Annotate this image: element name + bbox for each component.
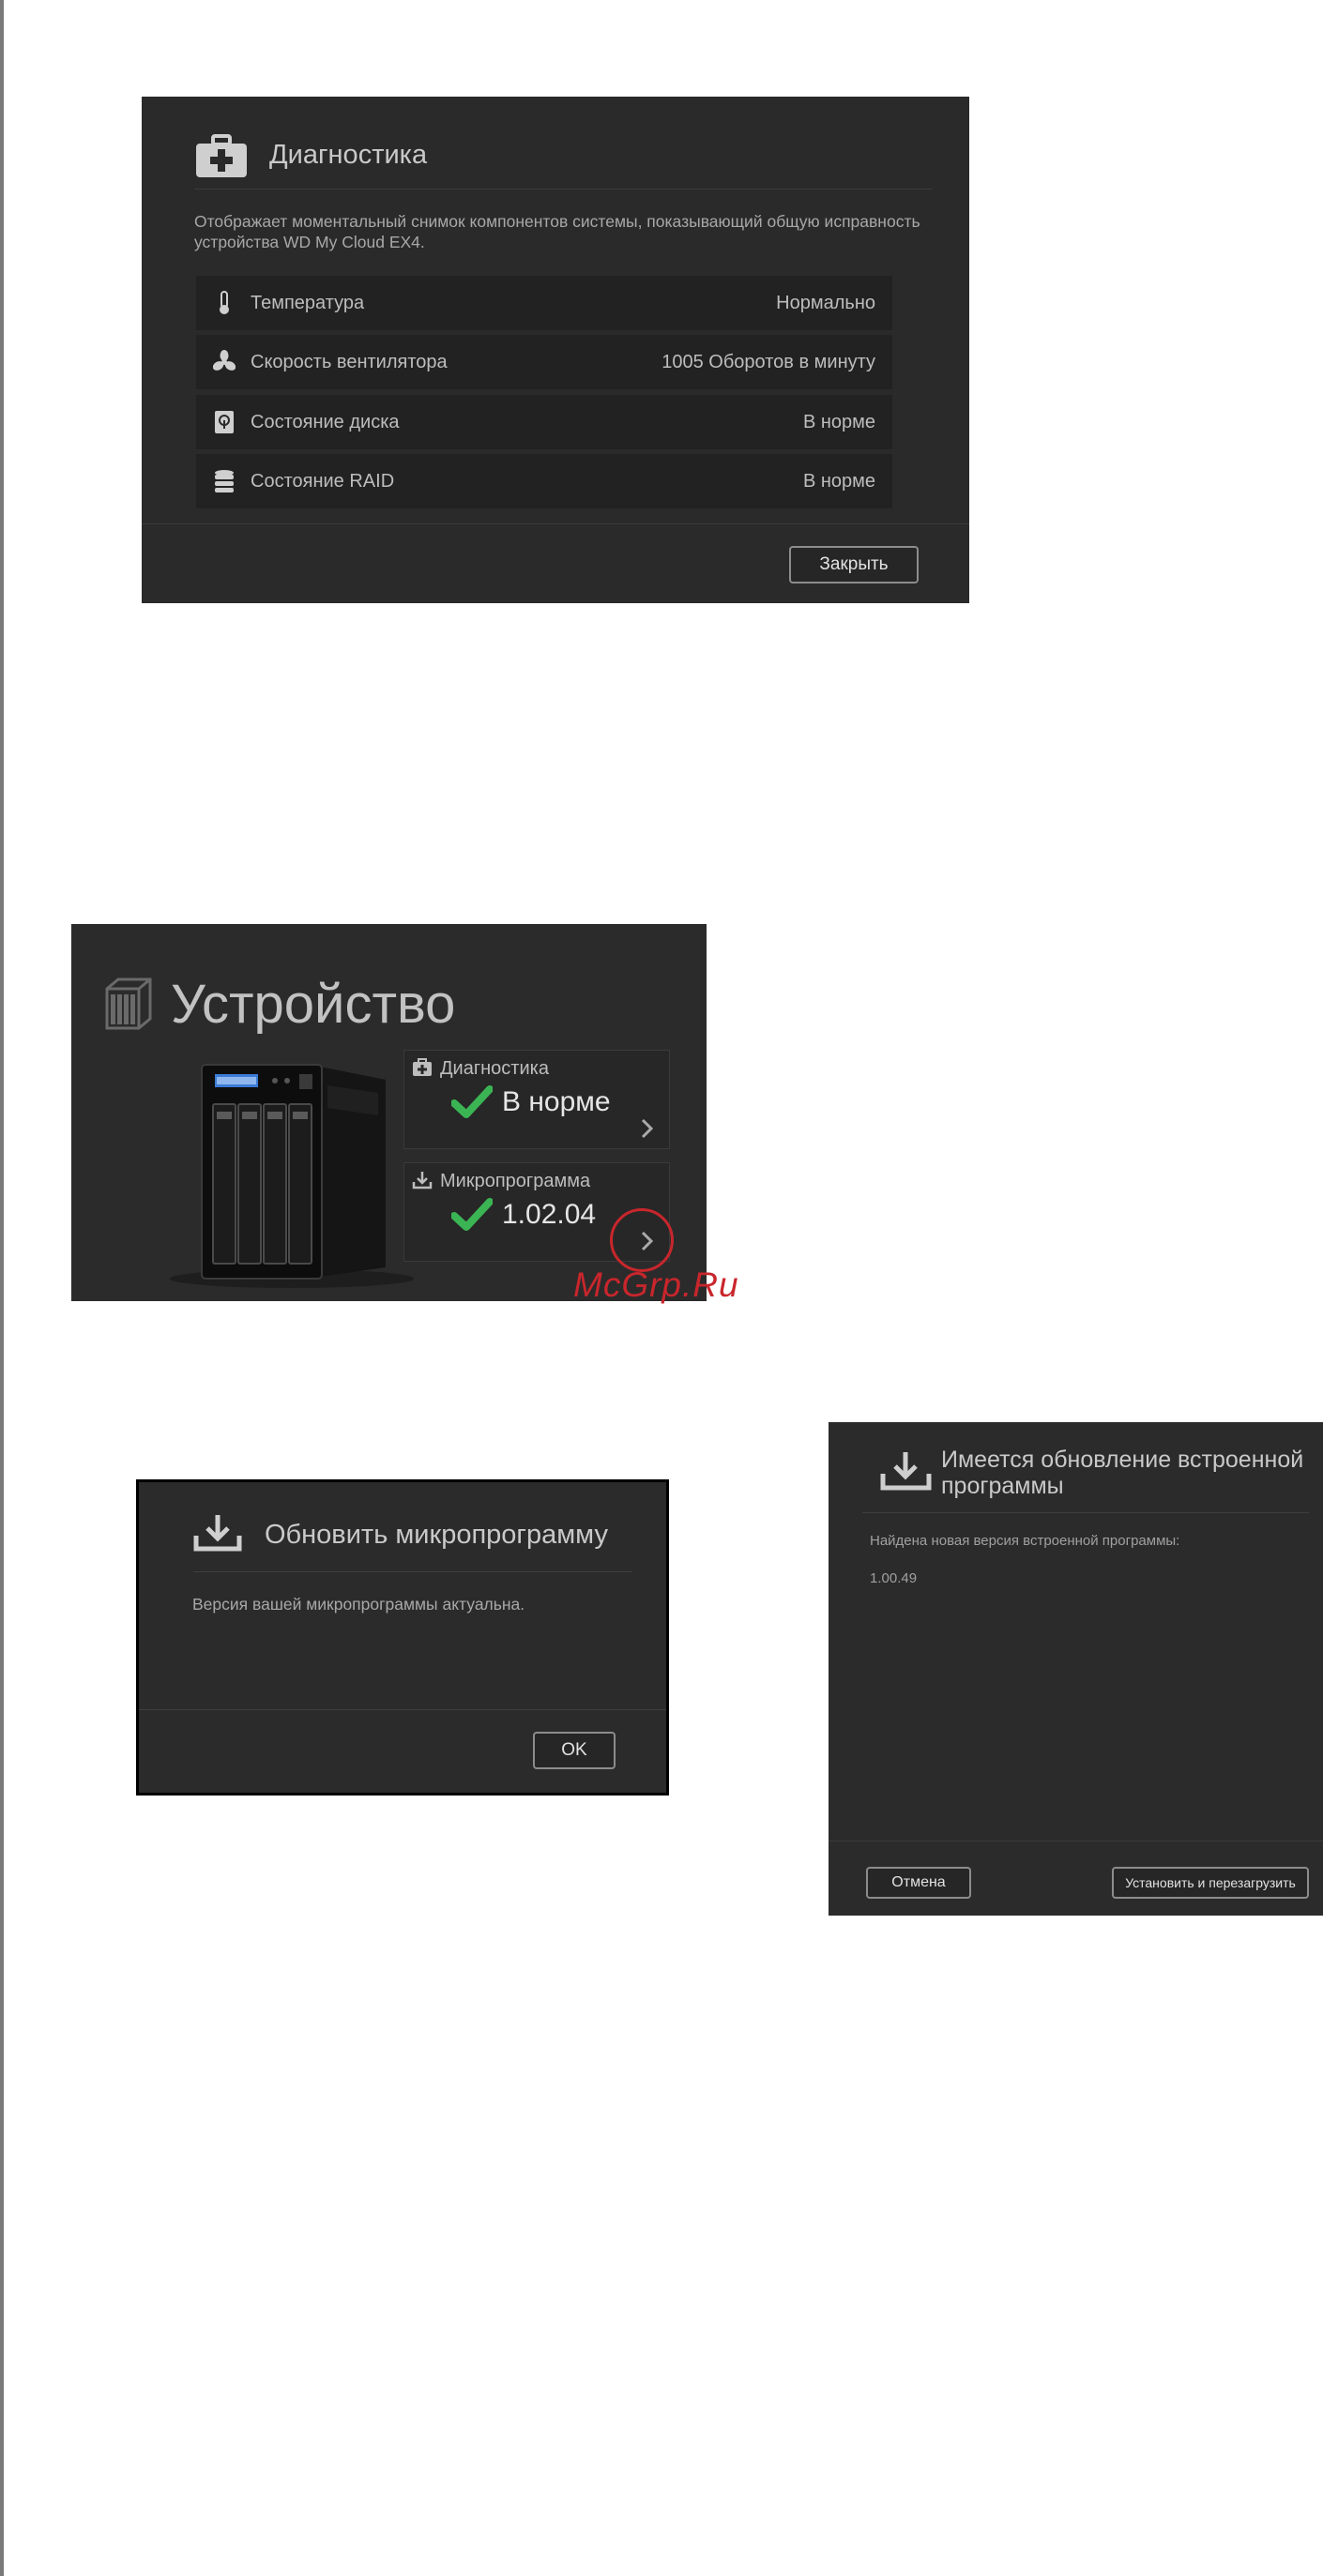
fan-speed-label: Скорость вентилятора: [251, 352, 448, 372]
footer-divider: [139, 1709, 666, 1710]
highlight-circle: [610, 1208, 674, 1272]
checkmark-icon: [451, 1085, 493, 1118]
update-firmware-message: Версия вашей микропрограммы актуальна.: [192, 1595, 525, 1614]
diagnostics-card-label: Диагностика: [440, 1058, 549, 1079]
diagnostics-footer-divider: [142, 523, 969, 524]
ok-button[interactable]: OK: [533, 1732, 616, 1769]
update-firmware-dialog: Обновить микропрограмму Версия вашей мик…: [136, 1479, 669, 1796]
header-divider: [862, 1512, 1309, 1513]
nas-device-image: [170, 1064, 414, 1288]
raid-icon: [215, 470, 234, 492]
raid-status-value: В норме: [802, 471, 875, 492]
update-available-dialog: Имеется обновление встроенной программы …: [829, 1422, 1323, 1916]
firmware-card-label: Микропрограмма: [440, 1171, 591, 1191]
diagnostics-row-fan-speed: Скорость вентилятора 1005 Оборотов в мин…: [196, 335, 892, 389]
checkmark-icon: [451, 1198, 493, 1231]
first-aid-kit-icon: [196, 134, 247, 177]
temperature-label: Температура: [251, 293, 365, 313]
firmware-card-version: 1.02.04: [502, 1199, 597, 1230]
update-firmware-title: Обновить микропрограмму: [265, 1520, 608, 1550]
download-icon: [880, 1452, 932, 1491]
diagnostics-description: Отображает моментальный снимок компонент…: [194, 212, 920, 251]
update-available-message: Найдена новая версия встроенной программ…: [870, 1533, 1180, 1549]
nas-device-icon: [105, 977, 152, 1030]
download-icon: [412, 1172, 433, 1190]
fan-speed-value: 1005 Оборотов в минуту: [662, 352, 875, 372]
thermometer-icon: [220, 291, 229, 314]
install-and-reboot-button[interactable]: Установить и перезагрузить: [1112, 1867, 1309, 1899]
first-aid-kit-icon: [413, 1058, 432, 1076]
diagnostics-header: Диагностика: [194, 130, 932, 189]
fan-icon: [213, 350, 236, 371]
diagnostics-card-status: В норме: [502, 1086, 611, 1117]
diagnostics-row-raid-status: Состояние RAID В норме: [196, 454, 892, 508]
update-available-title: Имеется обновление встроенной программы: [941, 1447, 1304, 1499]
page-left-border: [0, 0, 4, 2576]
chevron-right-icon[interactable]: [639, 1116, 656, 1141]
diagnostics-title: Диагностика: [269, 140, 428, 170]
disk-status-label: Состояние диска: [251, 412, 400, 432]
diagnostics-row-temperature: Температура Нормально: [196, 276, 892, 330]
temperature-value: Нормально: [776, 293, 875, 313]
raid-status-label: Состояние RAID: [251, 471, 395, 492]
disk-status-value: В норме: [802, 412, 875, 432]
watermark: McGrp.Ru: [573, 1265, 739, 1304]
cancel-button[interactable]: Отмена: [866, 1867, 971, 1899]
new-firmware-version: 1.00.49: [870, 1570, 918, 1586]
disk-icon: [215, 411, 234, 433]
diagnostics-card[interactable]: Диагностика В норме: [403, 1050, 670, 1149]
diagnostics-dialog: Диагностика Отображает моментальный сним…: [142, 97, 969, 603]
diagnostics-row-disk-status: Состояние диска В норме: [196, 395, 892, 449]
close-button[interactable]: Закрыть: [789, 546, 919, 583]
download-icon: [193, 1515, 242, 1552]
header-divider: [193, 1571, 632, 1572]
device-title: Устройство: [171, 974, 456, 1035]
